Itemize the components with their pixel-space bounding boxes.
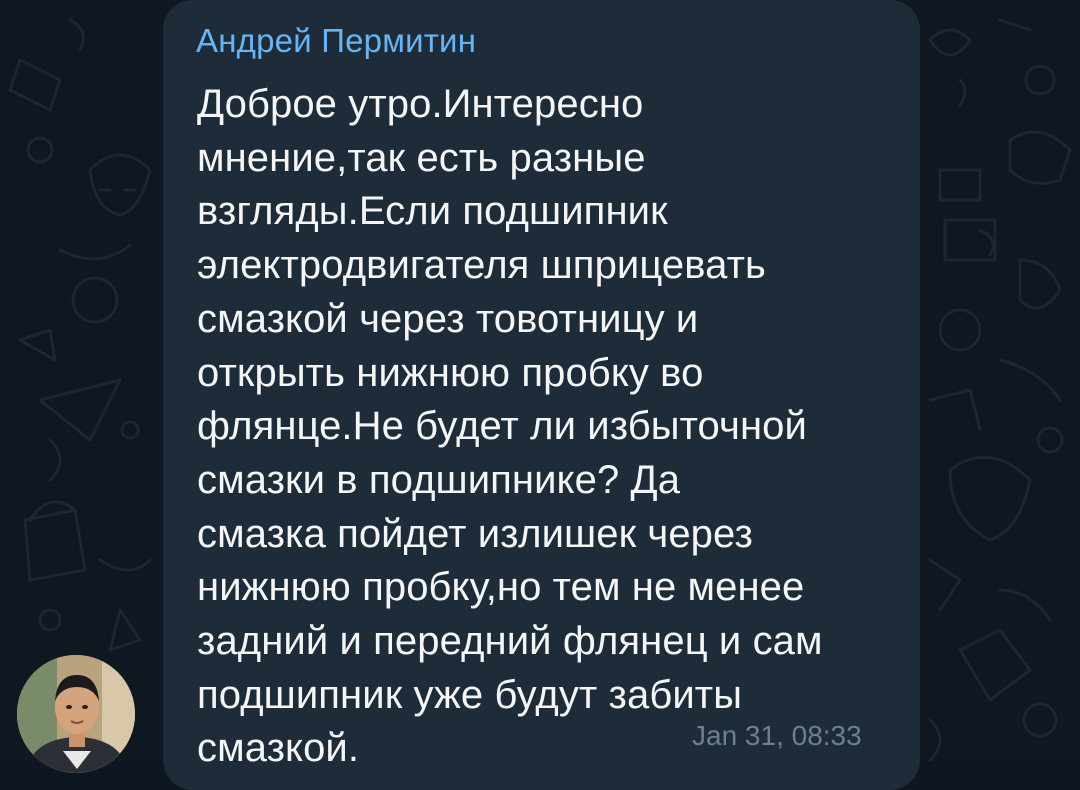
message-text: Доброе утро.Интересно мнение,так есть ра… — [197, 82, 823, 771]
sender-name[interactable]: Андрей Пермитин — [196, 22, 476, 60]
user-photo-icon — [17, 655, 135, 773]
sender-avatar[interactable] — [17, 655, 135, 773]
message-timestamp: Jan 31, 08:33 — [692, 720, 862, 751]
